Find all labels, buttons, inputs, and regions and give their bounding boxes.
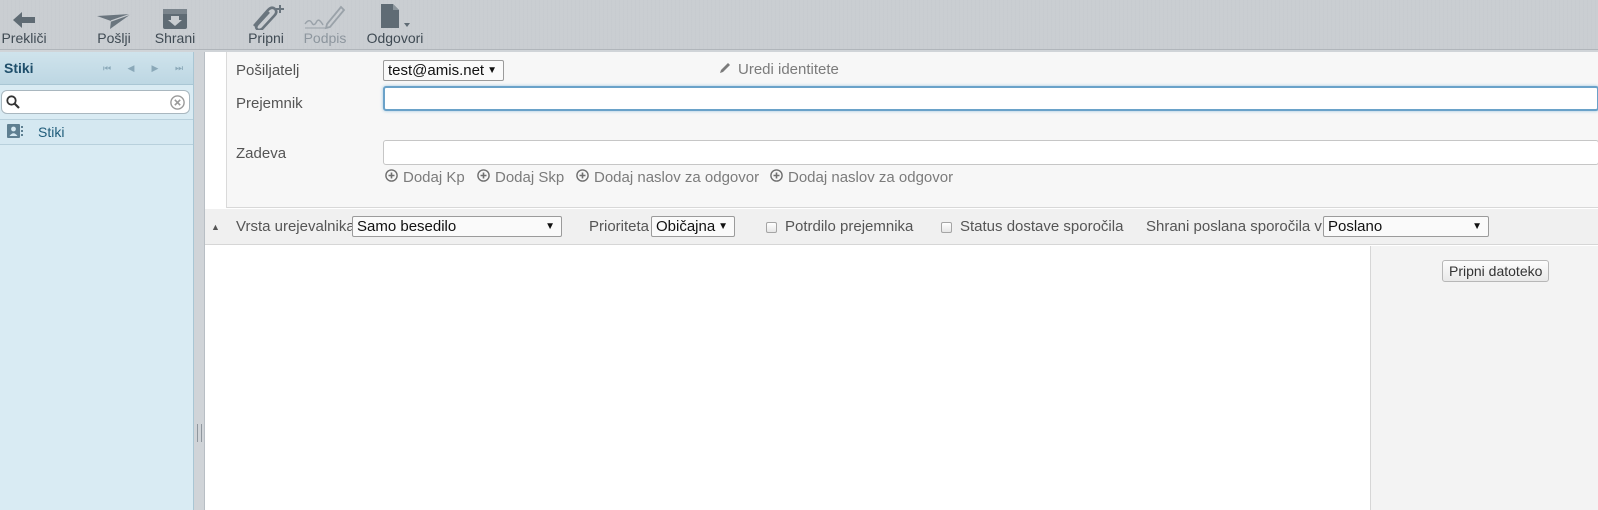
next-page-icon[interactable]: ▶ bbox=[147, 63, 163, 74]
chevron-down-icon: ▼ bbox=[1472, 221, 1482, 232]
previous-page-icon[interactable]: ◀ bbox=[123, 63, 139, 74]
chevron-down-icon: ▼ bbox=[718, 221, 728, 232]
to-label: Prejemnik bbox=[236, 95, 303, 112]
paper-plane-icon bbox=[96, 2, 132, 30]
add-bcc-label: Dodaj Skp bbox=[495, 169, 565, 186]
add-followup-to-link[interactable]: Dodaj naslov za odgovor bbox=[770, 169, 953, 186]
store-sent-label: Shrani poslana sporočila v bbox=[1146, 218, 1322, 235]
edit-identities-label: Uredi identitete bbox=[738, 61, 839, 78]
edit-identities-link[interactable]: Uredi identitete bbox=[719, 61, 839, 78]
addressbook-label: Stiki bbox=[38, 124, 65, 140]
toolbar: Prekliči Pošlji Shrani Pripni Podpis Odg… bbox=[0, 0, 1598, 50]
add-reply-to-label: Dodaj naslov za odgovor bbox=[594, 169, 760, 186]
subject-field[interactable] bbox=[383, 140, 1598, 165]
back-arrow-icon bbox=[11, 2, 37, 30]
compose-area: Pošiljatelj test@amis.net ▼ Uredi identi… bbox=[204, 52, 1598, 510]
attach-button[interactable]: Pripni bbox=[244, 0, 288, 48]
add-cc-label: Dodaj Kp bbox=[403, 169, 465, 186]
contact-search-input[interactable] bbox=[24, 93, 164, 111]
cancel-button[interactable]: Prekliči bbox=[0, 0, 48, 48]
save-button[interactable]: Shrani bbox=[150, 0, 200, 48]
paperclip-plus-icon bbox=[246, 2, 286, 30]
subject-input[interactable] bbox=[384, 141, 1598, 164]
signature-pen-icon bbox=[303, 2, 347, 30]
read-receipt-label: Potrdilo prejemnika bbox=[785, 218, 914, 235]
chevron-down-icon: ▼ bbox=[545, 221, 555, 232]
signature-button[interactable]: Podpis bbox=[300, 0, 350, 48]
plus-circle-icon bbox=[477, 169, 490, 186]
search-icon[interactable] bbox=[6, 95, 20, 112]
contact-search-box bbox=[1, 90, 190, 114]
header-gutter bbox=[205, 52, 227, 208]
store-sent-select[interactable]: Poslano ▼ bbox=[1323, 216, 1489, 237]
add-followup-to-label: Dodaj naslov za odgovor bbox=[788, 169, 954, 186]
document-dropdown-icon bbox=[377, 2, 413, 30]
attach-file-button[interactable]: Pripni datoteko bbox=[1442, 260, 1550, 282]
priority-label: Prioriteta bbox=[589, 218, 650, 235]
dsn-checkbox[interactable] bbox=[941, 222, 952, 233]
pencil-icon bbox=[719, 61, 732, 78]
compose-options-bar: ▲ Vrsta urejevalnika Samo besedilo ▼ Pri… bbox=[205, 209, 1598, 245]
responses-button[interactable]: Odgovori bbox=[364, 0, 426, 48]
dsn-label: Status dostave sporočila bbox=[960, 218, 1124, 235]
plus-circle-icon bbox=[770, 169, 783, 186]
from-value: test@amis.net bbox=[388, 62, 485, 79]
sidebar-title: Stiki bbox=[4, 60, 34, 76]
save-tray-icon bbox=[162, 2, 188, 30]
editor-type-select[interactable]: Samo besedilo ▼ bbox=[352, 216, 562, 237]
addressbook-sidebar: Stiki ⏮ ◀ ▶ ⏭ Stiki bbox=[0, 52, 194, 510]
address-book-icon bbox=[6, 123, 24, 142]
message-body-editor[interactable] bbox=[205, 246, 1371, 510]
read-receipt-checkbox[interactable] bbox=[766, 222, 777, 233]
priority-value: Običajna bbox=[656, 218, 716, 235]
store-sent-value: Poslano bbox=[1328, 218, 1383, 235]
add-cc-link[interactable]: Dodaj Kp bbox=[385, 169, 465, 186]
add-bcc-link[interactable]: Dodaj Skp bbox=[477, 169, 564, 186]
editor-type-value: Samo besedilo bbox=[357, 218, 457, 235]
sidebar-header: Stiki ⏮ ◀ ▶ ⏭ bbox=[0, 52, 193, 85]
sidebar-splitter[interactable] bbox=[195, 52, 204, 510]
send-button[interactable]: Pošlji bbox=[90, 0, 138, 48]
from-label: Pošiljatelj bbox=[236, 62, 300, 79]
compose-headers: Pošiljatelj test@amis.net ▼ Uredi identi… bbox=[205, 52, 1598, 208]
attachments-pane: Pripni datoteko bbox=[1371, 246, 1598, 510]
last-page-icon[interactable]: ⏭ bbox=[171, 63, 187, 74]
add-reply-to-link[interactable]: Dodaj naslov za odgovor bbox=[576, 169, 759, 186]
editor-type-label: Vrsta urejevalnika bbox=[236, 218, 355, 235]
splitter-grip-icon[interactable] bbox=[197, 424, 202, 442]
chevron-down-icon: ▼ bbox=[487, 65, 497, 76]
subject-label: Zadeva bbox=[236, 145, 287, 162]
clear-search-icon[interactable] bbox=[170, 95, 185, 113]
collapse-headers-icon[interactable]: ▲ bbox=[211, 222, 220, 232]
from-select[interactable]: test@amis.net ▼ bbox=[383, 60, 504, 81]
plus-circle-icon bbox=[385, 169, 398, 186]
addressbook-list: Stiki bbox=[0, 119, 193, 145]
priority-select[interactable]: Običajna ▼ bbox=[651, 216, 735, 237]
to-field[interactable] bbox=[383, 86, 1598, 111]
addressbook-item[interactable]: Stiki bbox=[0, 119, 193, 145]
to-input[interactable] bbox=[385, 88, 1597, 109]
first-page-icon[interactable]: ⏮ bbox=[99, 63, 115, 74]
plus-circle-icon bbox=[576, 169, 589, 186]
pager: ⏮ ◀ ▶ ⏭ bbox=[99, 63, 187, 74]
